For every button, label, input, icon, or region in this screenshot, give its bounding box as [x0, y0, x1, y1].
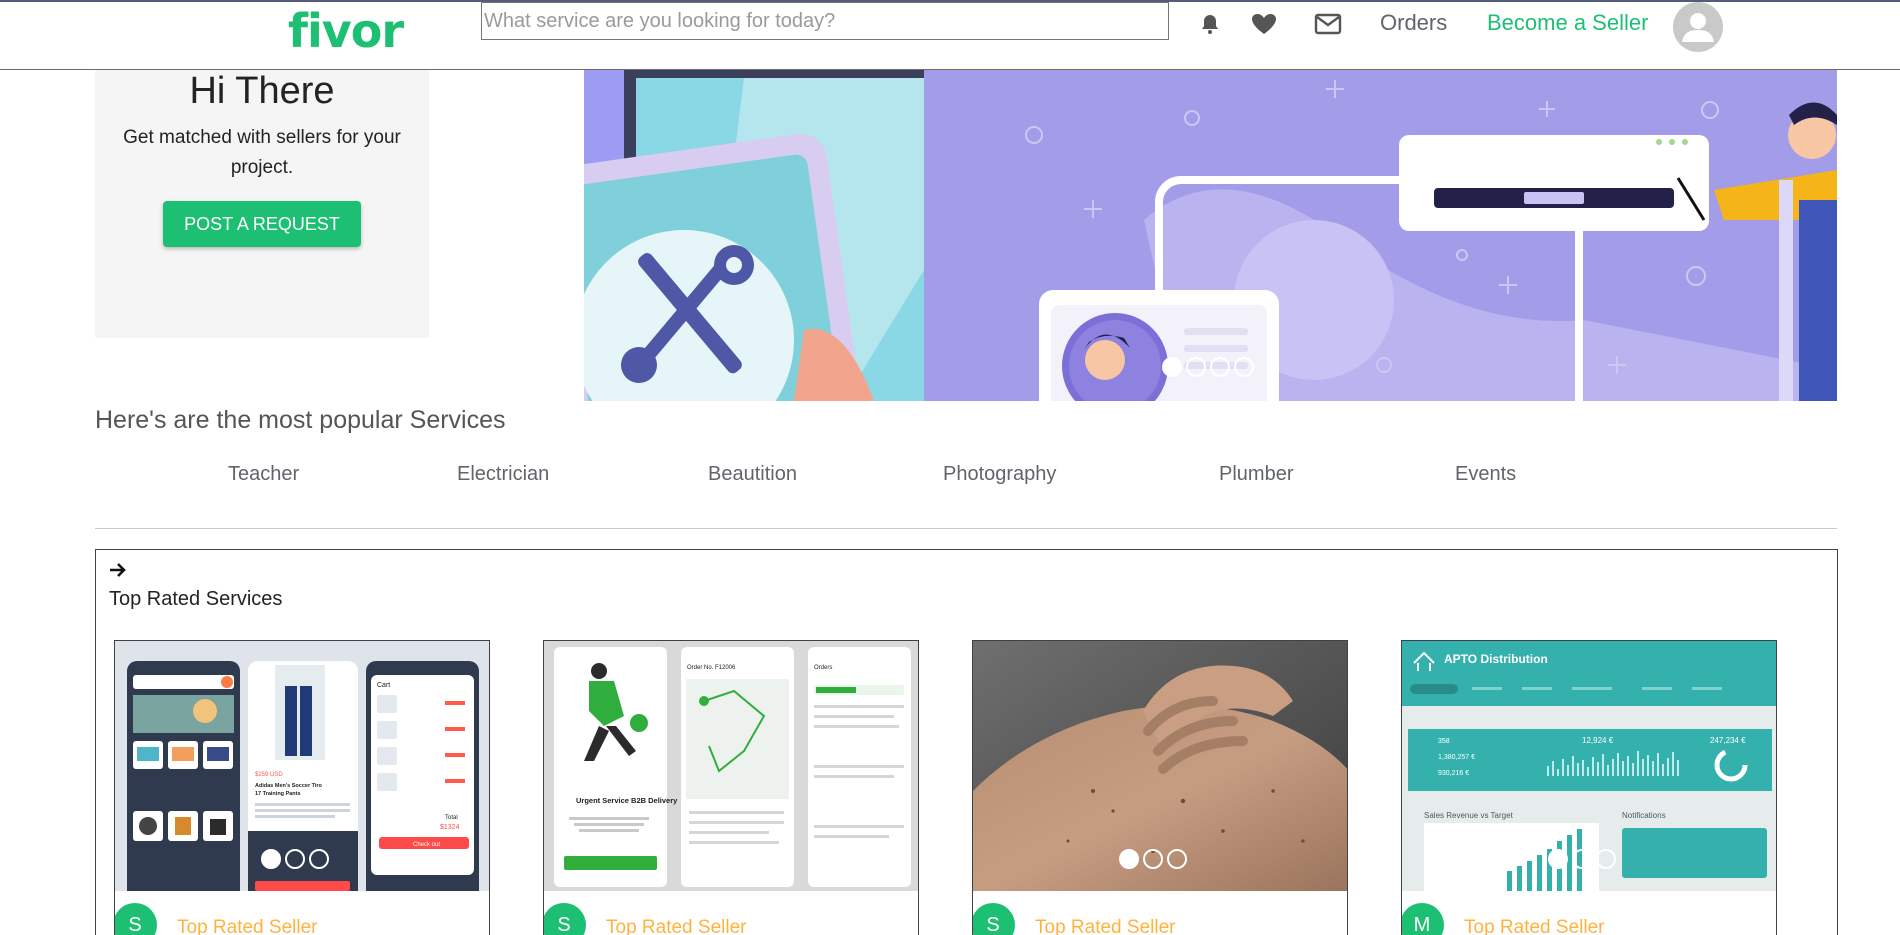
popular-services-title: Here's are the most popular Services [95, 406, 506, 434]
hero-subtitle: Get matched with sellers for your projec… [123, 127, 401, 178]
service-card-image[interactable]: $259 USD Adidas Men's Soccer Tiro 17 Tra… [115, 641, 489, 891]
orders-heading: Orders [814, 665, 832, 671]
category-beautition[interactable]: Beautition [708, 463, 797, 486]
carousel-dot[interactable] [688, 849, 708, 869]
order-number: Order No. F12006 [687, 665, 736, 671]
seller-badge: Top Rated Seller [606, 917, 747, 935]
kpi-5: 247,234 € [1710, 736, 1746, 745]
top-rated-title: Top Rated Services [109, 588, 283, 610]
notifications-title: Notifications [1622, 811, 1666, 820]
carousel-dot[interactable] [285, 849, 305, 869]
service-card-image[interactable]: APTO Distribution 358 1,380,257 € 930,21… [1402, 641, 1776, 891]
card-carousel-dots [1548, 849, 1616, 869]
carousel-dot[interactable] [1210, 357, 1230, 377]
carousel-dot[interactable] [1572, 849, 1592, 869]
seller-avatar: S [115, 903, 157, 935]
service-card[interactable]: $259 USD Adidas Men's Soccer Tiro 17 Tra… [114, 640, 490, 935]
section-divider [95, 528, 1837, 529]
site-header: fivor Orders Become a Seller [0, 2, 1900, 70]
kpi-3: 930,216 € [1438, 770, 1469, 777]
hero-title: Hi There [189, 70, 335, 112]
carousel-dot[interactable] [1162, 357, 1182, 377]
service-card-image[interactable]: Urgent Service B2B Delivery Order No. F1… [544, 641, 918, 891]
service-card[interactable]: Urgent Service B2B Delivery Order No. F1… [543, 640, 919, 935]
carousel-dot[interactable] [1548, 849, 1568, 869]
carousel-dot[interactable] [1186, 357, 1206, 377]
category-plumber[interactable]: Plumber [1219, 463, 1293, 486]
seller-avatar: S [973, 903, 1015, 935]
hero-carousel-dots [1162, 357, 1254, 377]
service-card-image[interactable] [973, 641, 1347, 891]
carousel-dot[interactable] [1596, 849, 1616, 869]
carousel-dot[interactable] [1234, 357, 1254, 377]
card-carousel-dots [1119, 849, 1187, 869]
repair-illustration [584, 70, 1837, 401]
heart-icon[interactable] [1250, 10, 1278, 38]
cart-title: Cart [377, 682, 390, 689]
search-input[interactable] [482, 3, 1168, 39]
kpi-2: 1,380,257 € [1438, 754, 1475, 761]
search-box[interactable] [481, 2, 1169, 40]
service-card[interactable]: APTO Distribution 358 1,380,257 € 930,21… [1401, 640, 1777, 935]
user-icon [1682, 13, 1714, 42]
arrow-right-icon[interactable] [108, 560, 128, 585]
bell-icon[interactable] [1196, 10, 1224, 38]
carousel-dot[interactable] [1119, 849, 1139, 869]
seller-avatar: S [544, 903, 586, 935]
post-request-button[interactable]: POST A REQUEST [163, 201, 361, 247]
kpi-1: 358 [1438, 738, 1450, 745]
hero-card: Hi There Get matched with sellers for yo… [95, 70, 429, 338]
orders-link[interactable]: Orders [1380, 10, 1447, 36]
category-teacher[interactable]: Teacher [228, 463, 299, 486]
category-photography[interactable]: Photography [943, 463, 1056, 486]
seller-badge: Top Rated Seller [177, 917, 318, 935]
category-events[interactable]: Events [1455, 463, 1516, 486]
user-avatar[interactable] [1673, 2, 1723, 52]
hero-banner-carousel[interactable] [584, 70, 1837, 401]
logo[interactable]: fivor [288, 4, 404, 58]
service-card[interactable]: S Top Rated Seller [972, 640, 1348, 935]
card-carousel-dots [261, 849, 329, 869]
category-electrician[interactable]: Electrician [457, 463, 549, 486]
card-carousel-dots [688, 849, 756, 869]
cart-total-label: Total [445, 815, 458, 821]
product-price: $259 USD [255, 772, 283, 778]
seller-avatar: M [1402, 903, 1444, 935]
dashboard-brand: APTO Distribution [1444, 652, 1548, 666]
carousel-dot[interactable] [712, 849, 732, 869]
carousel-dot[interactable] [309, 849, 329, 869]
seller-badge: Top Rated Seller [1035, 917, 1176, 935]
carousel-dot[interactable] [1143, 849, 1163, 869]
top-rated-section: Top Rated Services $259 USD Adidas Men's… [95, 549, 1838, 935]
become-seller-link[interactable]: Become a Seller [1487, 10, 1648, 36]
carousel-dot[interactable] [1167, 849, 1187, 869]
mail-icon[interactable] [1314, 10, 1342, 38]
carousel-dot[interactable] [261, 849, 281, 869]
chart-title-text: Sales Revenue vs Target [1424, 811, 1514, 820]
delivery-headline: Urgent Service B2B Delivery [576, 796, 678, 805]
cart-total: $1324 [440, 824, 460, 831]
kpi-4: 12,924 € [1582, 736, 1614, 745]
seller-badge: Top Rated Seller [1464, 917, 1605, 935]
checkout-label: Check out [413, 842, 440, 848]
svg-text:Adidas Men's Soccer Tiro: Adidas Men's Soccer Tiro [255, 783, 323, 789]
svg-text:17 Training Pants: 17 Training Pants [255, 791, 301, 797]
carousel-dot[interactable] [736, 849, 756, 869]
